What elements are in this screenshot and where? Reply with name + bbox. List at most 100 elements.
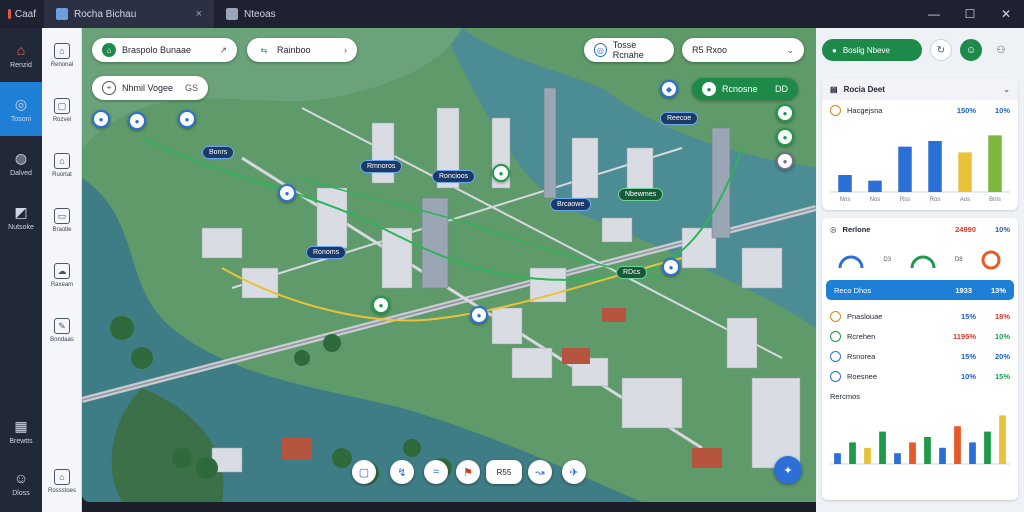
nav-item-home[interactable]: ⌂ Renzid (0, 28, 42, 82)
nav-item-chart[interactable]: ◩ Nutsoke (0, 190, 42, 244)
primary-action-button[interactable]: ● Boslig Nbeve (822, 39, 922, 61)
tab-map[interactable]: Rocha Bichau × (44, 0, 214, 28)
row-value-primary: 1933 (955, 285, 972, 295)
row-icon (830, 350, 841, 362)
flight-icon: ✈ (569, 466, 579, 479)
chart-bar[interactable] (999, 415, 1006, 464)
speed-gauge-left (838, 255, 864, 269)
sidebar-item-rozvel[interactable]: ▢ Rozvel (42, 83, 82, 138)
stats-row[interactable]: Pnaslouae 15% 18% (822, 306, 1018, 326)
top-pill[interactable]: ◎ Tosse Rcnahe (584, 38, 674, 62)
account-button[interactable]: ⚇ (990, 39, 1012, 61)
map-pin[interactable]: ● (492, 164, 510, 182)
map-icon (56, 8, 68, 20)
sidebar-item-rossstoes[interactable]: ⌂ Rossstoes (42, 454, 82, 509)
map-pin[interactable]: ● (776, 128, 794, 146)
row-value-secondary: 18% (994, 311, 1010, 321)
sidebar-item-renonal[interactable]: ⌂ Renonal (42, 28, 82, 83)
chart-bar[interactable] (928, 141, 942, 192)
layers-button[interactable]: ▢ (352, 460, 376, 484)
compass-button[interactable]: ✦ (774, 456, 802, 484)
measure-button[interactable]: R55 (486, 460, 522, 484)
flight-button[interactable]: ✈ (562, 460, 586, 484)
map-pin[interactable]: ● (92, 110, 110, 128)
map-pin[interactable]: ● (128, 112, 146, 130)
speed-gauge-right (910, 255, 936, 269)
chart-bar[interactable] (864, 447, 871, 464)
map-tag[interactable]: RDcs (616, 266, 648, 279)
bars-title: Rercmos (830, 391, 861, 401)
stats-card: ◎ Rerlone 24990 10% D3 D8 Reco Dhos 1933… (822, 218, 1018, 500)
overview-header[interactable]: ▤ Rocia Deet ⌄ (822, 78, 1018, 100)
nav-item-bucket[interactable]: ◍ Dalved (0, 136, 42, 190)
map-pin[interactable]: ● (776, 104, 794, 122)
chart-bar[interactable] (894, 453, 901, 464)
primary-search-pill[interactable]: ⌂ Braspolo Bunaae ↗ (92, 38, 237, 62)
map-pin[interactable]: ◆ (660, 80, 678, 98)
chart-bar[interactable] (924, 437, 931, 464)
sidebar-item-braotle[interactable]: ▭ Braotle (42, 193, 82, 248)
sidebar-item-raxeam[interactable]: ☁ Raxeam (42, 248, 82, 303)
overview-metric-row[interactable]: Hacgejsna 150% 10% (822, 100, 1018, 120)
nav-item-grid[interactable]: ▦ Brewtts (0, 404, 42, 458)
map-tag[interactable]: Rmnoros (360, 160, 403, 173)
chart-bar[interactable] (988, 135, 1002, 192)
chart-bar[interactable] (879, 431, 886, 464)
map-tag[interactable]: Ronoms (306, 246, 347, 259)
filter-pill[interactable]: R5 Rxoo ⌄ (682, 38, 804, 62)
map-pin[interactable]: ● (662, 258, 680, 276)
map-pin[interactable]: ● (178, 110, 196, 128)
chart-bar[interactable] (849, 442, 856, 464)
chart-bar[interactable] (969, 442, 976, 464)
nav-label: Nutsoke (8, 224, 34, 231)
water-button[interactable]: ≈ (424, 460, 448, 484)
refresh-button[interactable]: ↻ (930, 39, 952, 61)
transit-button[interactable]: ↝ (528, 460, 552, 484)
map-pin[interactable]: ● (278, 184, 296, 202)
map-tag[interactable]: Bonrs (202, 146, 235, 159)
sidebar-label: Raxeam (50, 282, 74, 288)
tab-notes[interactable]: Nteoas (214, 0, 288, 28)
chart-bar[interactable] (868, 180, 882, 192)
nav-item-profile[interactable]: ☺ Dloss (0, 456, 42, 510)
chart-bar[interactable] (958, 152, 972, 192)
stats-row[interactable]: Roesnee 10% 15% (822, 366, 1018, 386)
route-pill[interactable]: ● Rcnosne DD (692, 78, 798, 100)
map-tag[interactable]: Roncioos (432, 170, 476, 183)
sidebar-item-ruortat[interactable]: ⌂ Ruortat (42, 138, 82, 193)
minimize-button[interactable]: — (916, 0, 952, 28)
route-button[interactable]: ↯ (390, 460, 414, 484)
house-icon: ⌂ (16, 42, 26, 58)
chart-bar[interactable] (984, 431, 991, 464)
pin-button[interactable]: ⚑ (456, 460, 480, 484)
stats-row[interactable]: Rsnorea 15% 20% (822, 346, 1018, 366)
chart-bar[interactable] (898, 146, 912, 192)
close-window-button[interactable]: ✕ (988, 0, 1024, 28)
chart-bar[interactable] (954, 426, 961, 464)
user-button[interactable]: ☺ (960, 39, 982, 61)
location-pill[interactable]: ⌖ Nhmil Vogee GS (92, 76, 208, 100)
map-tag[interactable]: Nbewmes (618, 188, 664, 201)
map-pin[interactable]: ● (776, 152, 794, 170)
close-icon[interactable]: × (196, 8, 202, 20)
secondary-search-pill[interactable]: ⇆ Rainboo › (247, 38, 357, 62)
map-pin[interactable]: ● (372, 296, 390, 314)
map-tag[interactable]: Reecoe (660, 112, 699, 125)
building-icon: ⌂ (54, 43, 70, 59)
stats-row-active[interactable]: Reco Dhos 1933 13% (826, 280, 1014, 300)
map-tag[interactable]: Brcaowe (550, 198, 592, 211)
stats-row[interactable]: Rcrehen 1195% 10% (822, 326, 1018, 346)
gauge-row: D3 D8 (822, 240, 1018, 280)
chart-bar[interactable] (838, 175, 852, 192)
chart-bar[interactable] (909, 442, 916, 464)
row-value-secondary: 13% (990, 285, 1006, 295)
map-pin[interactable]: ● (470, 306, 488, 324)
chart-bar[interactable] (939, 447, 946, 464)
nav-item-globe[interactable]: ◎ Tosoni (0, 82, 42, 136)
stats-header[interactable]: ◎ Rerlone 24990 10% (822, 218, 1018, 240)
sidebar-item-bondaas[interactable]: ✎ Bondaas (42, 303, 82, 358)
city-map[interactable]: ⌂ Braspolo Bunaae ↗ ⇆ Rainboo › ⌖ Nhmil … (82, 28, 816, 502)
chart-bar[interactable] (834, 453, 841, 464)
stats-icon: ◎ (830, 224, 837, 234)
maximize-button[interactable]: ☐ (952, 0, 988, 28)
